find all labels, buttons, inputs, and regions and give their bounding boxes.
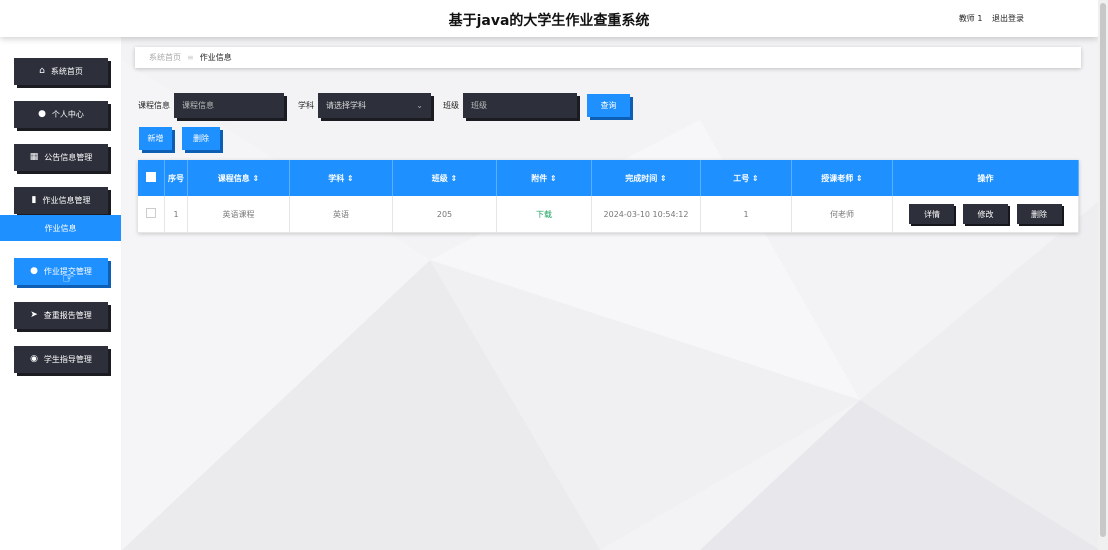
col-time[interactable]: 完成时间 ⇕ <box>591 160 701 196</box>
sidebar-item-label: 个人中心 <box>51 110 84 119</box>
hand-cursor-icon: ☞ <box>62 271 75 287</box>
action-buttons: 新增 删除 <box>139 127 220 150</box>
course-label: 课程信息 <box>138 101 170 110</box>
sidebar-item-label: 系统首页 <box>50 67 83 76</box>
row-delete-button[interactable]: 删除 <box>1016 204 1062 224</box>
bar-chart-icon: ▮ <box>31 195 37 205</box>
sidebar-item-personal[interactable]: ● 个人中心 <box>14 101 108 128</box>
cell-course: 英语课程 <box>187 196 290 233</box>
col-index: 序号 <box>164 160 188 196</box>
detail-button[interactable]: 详情 <box>909 204 955 224</box>
submenu-homework-info[interactable]: 作业信息 <box>0 215 121 241</box>
col-attachment[interactable]: 附件 ⇕ <box>496 160 592 196</box>
sidebar-item-label: 查重报告管理 <box>43 311 92 320</box>
sidebar-item-submission[interactable]: ● 作业提交管理 <box>14 258 108 285</box>
col-class[interactable]: 班级 ⇕ <box>392 160 497 196</box>
class-label: 班级 <box>443 101 459 110</box>
cell-subject: 英语 <box>289 196 393 233</box>
select-all-checkbox[interactable] <box>146 172 156 182</box>
top-header: 基于java的大学生作业查重系统 教师 1 退出登录 <box>0 0 1098 37</box>
background-decoration <box>122 60 1100 550</box>
col-course[interactable]: 课程信息 ⇕ <box>187 160 290 196</box>
subject-label: 学科 <box>298 101 314 110</box>
cell-job-no: 1 <box>700 196 792 233</box>
sidebar: ⌂ 系统首页 ● 个人中心 ▦ 公告信息管理 ▮ 作业信息管理 作业信息 ● 作… <box>0 37 121 550</box>
logout-link[interactable]: 退出登录 <box>992 14 1024 23</box>
home-icon: ⌂ <box>39 66 45 76</box>
query-button[interactable]: 查询 <box>587 94 630 117</box>
user-icon: ● <box>30 266 38 276</box>
edit-button[interactable]: 修改 <box>963 204 1008 224</box>
cell-actions: 详情 修改 删除 <box>892 196 1079 233</box>
user-name: 教师 1 <box>958 14 983 23</box>
class-input[interactable] <box>463 93 577 118</box>
page-title: 基于java的大学生作业查重系统 <box>448 13 650 29</box>
cell-attachment: 下载 <box>496 196 592 233</box>
cell-teacher: 何老师 <box>791 196 893 233</box>
sidebar-item-label: 学生指导管理 <box>43 355 92 364</box>
table-header-row: 序号 课程信息 ⇕ 学科 ⇕ 班级 ⇕ 附件 ⇕ 完成时间 ⇕ 工号 ⇕ 授课老… <box>138 160 1079 196</box>
user-icon: ● <box>38 109 46 119</box>
cell-class: 205 <box>392 196 497 233</box>
cell-time: 2024-03-10 10:54:12 <box>591 196 701 233</box>
col-job-no[interactable]: 工号 ⇕ <box>700 160 792 196</box>
homework-table: 序号 课程信息 ⇕ 学科 ⇕ 班级 ⇕ 附件 ⇕ 完成时间 ⇕ 工号 ⇕ 授课老… <box>138 160 1079 233</box>
subject-select-value: 请选择学科 <box>326 101 366 110</box>
col-actions: 操作 <box>892 160 1079 196</box>
breadcrumb-current: 作业信息 <box>199 53 232 62</box>
page-scrollbar[interactable] <box>1098 0 1108 550</box>
search-bar: 课程信息 学科 请选择学科 ⌄ 班级 查询 <box>138 93 630 118</box>
select-all-cell[interactable] <box>138 160 165 196</box>
sidebar-item-label: 作业信息管理 <box>42 196 91 205</box>
sidebar-item-homework[interactable]: ▮ 作业信息管理 <box>14 187 108 214</box>
bulb-icon: ◉ <box>30 354 38 364</box>
batch-delete-button[interactable]: 删除 <box>182 127 220 150</box>
col-subject[interactable]: 学科 ⇕ <box>289 160 393 196</box>
user-area: 教师 1 退出登录 <box>959 13 1024 24</box>
subject-select[interactable]: 请选择学科 ⌄ <box>318 93 431 118</box>
breadcrumb-home[interactable]: 系统首页 <box>149 52 181 63</box>
grid-icon: ▦ <box>29 152 39 162</box>
col-teacher[interactable]: 授课老师 ⇕ <box>791 160 893 196</box>
table-row: 1 英语课程 英语 205 下载 2024-03-10 10:54:12 1 何… <box>138 196 1079 233</box>
send-icon: ➤ <box>30 310 38 320</box>
breadcrumb: 系统首页 ≡ 作业信息 <box>135 47 1081 68</box>
course-input[interactable] <box>174 93 284 118</box>
sidebar-item-notice[interactable]: ▦ 公告信息管理 <box>14 144 108 171</box>
sidebar-item-label: 公告信息管理 <box>44 153 93 162</box>
chevron-down-icon: ⌄ <box>416 101 423 110</box>
add-button[interactable]: 新增 <box>139 127 172 150</box>
sidebar-item-home[interactable]: ⌂ 系统首页 <box>14 58 108 85</box>
cell-index: 1 <box>164 196 188 233</box>
row-checkbox-cell[interactable] <box>138 196 165 233</box>
row-checkbox[interactable] <box>146 208 156 218</box>
scrollbar-thumb[interactable] <box>1100 3 1106 537</box>
sidebar-item-guidance[interactable]: ◉ 学生指导管理 <box>14 346 108 373</box>
download-link[interactable]: 下载 <box>536 210 552 219</box>
sidebar-item-report[interactable]: ➤ 查重报告管理 <box>14 302 108 329</box>
breadcrumb-separator: ≡ <box>187 53 194 62</box>
